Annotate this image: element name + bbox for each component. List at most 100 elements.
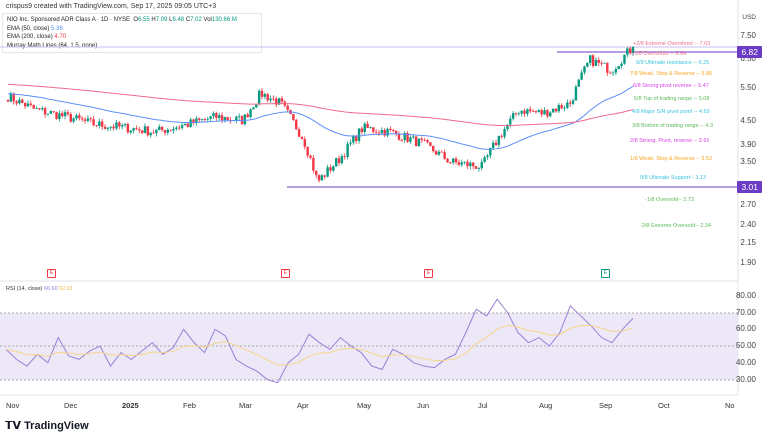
candle	[503, 129, 506, 137]
candle	[329, 167, 332, 171]
candle	[372, 127, 375, 132]
candle	[109, 126, 112, 128]
candle	[89, 118, 92, 120]
candle	[537, 110, 541, 113]
candle	[586, 62, 589, 67]
candle	[420, 138, 424, 140]
candle	[466, 161, 469, 167]
earnings-marker[interactable]: E	[601, 269, 610, 278]
candle	[529, 109, 532, 112]
candle	[606, 62, 609, 73]
candle	[35, 108, 38, 109]
candle	[340, 156, 344, 164]
candle	[614, 69, 618, 73]
candle	[263, 94, 267, 97]
price-tick: 1.90	[740, 258, 756, 267]
time-tick: No	[725, 401, 735, 410]
candle	[392, 129, 395, 131]
candle	[21, 99, 24, 103]
candle	[620, 63, 623, 67]
candle	[226, 117, 229, 120]
candle	[143, 126, 147, 134]
candle	[317, 175, 321, 181]
candle	[306, 146, 309, 156]
candle	[118, 122, 121, 127]
rsi-legend[interactable]: RSI (14, close) 66.60 62.01	[6, 286, 73, 292]
candle	[452, 158, 455, 163]
time-tick: Dec	[64, 401, 78, 410]
candle	[32, 104, 35, 109]
candle	[509, 118, 512, 125]
candle	[246, 114, 249, 118]
candle	[337, 158, 341, 164]
candle	[374, 131, 378, 133]
candle	[100, 121, 104, 127]
candle	[38, 108, 41, 110]
candle	[129, 130, 132, 133]
candle	[423, 139, 426, 141]
rsi-tick: 30.00	[735, 375, 756, 384]
candle	[120, 125, 124, 127]
candle	[135, 128, 138, 130]
price-tick: 2.40	[740, 220, 756, 229]
price-tick: 4.50	[740, 116, 756, 125]
candle	[449, 162, 452, 164]
candle	[574, 86, 578, 101]
candle	[432, 145, 435, 152]
candle	[66, 112, 70, 115]
candle	[315, 170, 318, 176]
price-tick: 2.15	[740, 238, 756, 247]
candle	[166, 129, 170, 133]
candle	[183, 123, 187, 126]
candle	[617, 66, 620, 70]
earnings-marker[interactable]: E	[47, 269, 56, 278]
candle	[160, 126, 164, 131]
murray-level-label: -2/8 Extreme Oversold-- 2.34	[640, 223, 711, 229]
candle	[480, 161, 483, 169]
murray-level-label: 0/8 Ultimate Support-- 3.13	[640, 175, 707, 181]
murray-level-label: +1/8 Overshoot -- 6.64	[631, 51, 687, 57]
candle	[178, 127, 181, 129]
candle	[491, 142, 495, 149]
candle	[55, 111, 58, 119]
time-tick: Nov	[6, 401, 20, 410]
candle	[146, 126, 150, 136]
candle	[483, 157, 486, 162]
candle	[63, 112, 67, 117]
candle	[437, 151, 441, 155]
low-price-badge: 3.01	[737, 181, 762, 193]
murray-level-label: 5/8 Top of trading range -- 5.08	[634, 96, 710, 102]
candle	[126, 123, 130, 133]
murray-level-label: 3/8 Bottom of trading range -- 4.3	[632, 123, 714, 129]
candle	[463, 161, 466, 163]
time-tick: Apr	[297, 401, 309, 410]
candle	[297, 129, 301, 137]
currency-label: USD	[742, 14, 756, 21]
candle	[412, 136, 415, 138]
candle	[554, 108, 558, 112]
earnings-marker[interactable]: E	[281, 269, 290, 278]
candle	[626, 48, 629, 55]
candle	[220, 115, 224, 121]
candle	[494, 142, 498, 145]
candle	[103, 126, 107, 129]
murray-level-label: 4/8 Major S/R pivot point -- 4.69	[632, 109, 710, 115]
candle	[571, 100, 575, 104]
candle	[58, 113, 61, 119]
candle	[471, 162, 475, 167]
time-tick: Feb	[183, 401, 196, 410]
candle	[203, 119, 207, 120]
candle	[557, 105, 560, 112]
earnings-marker[interactable]: E	[424, 269, 433, 278]
candle	[334, 158, 338, 167]
candle	[300, 136, 304, 140]
candle	[460, 162, 463, 165]
time-tick: 2025	[122, 401, 139, 410]
candle	[295, 119, 298, 130]
candle	[526, 109, 529, 114]
candle	[517, 113, 521, 115]
candle	[280, 98, 284, 102]
candle	[169, 129, 172, 131]
candle	[446, 158, 449, 163]
candle	[588, 55, 592, 63]
